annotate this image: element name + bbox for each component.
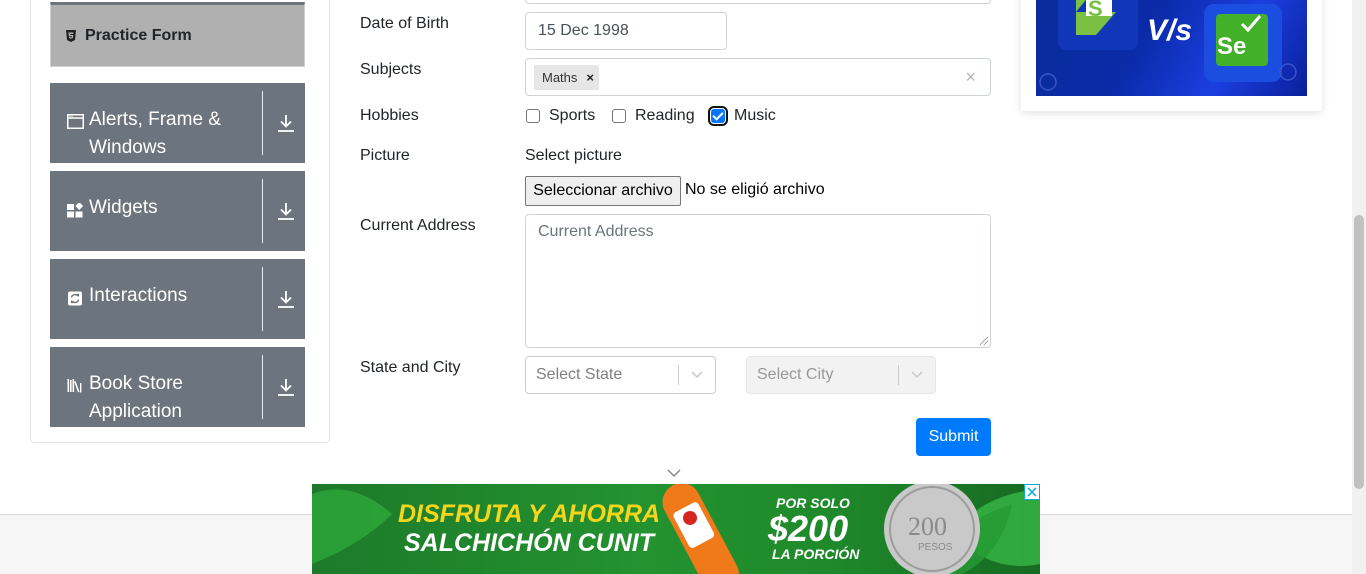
subject-chip-label: Maths bbox=[542, 70, 578, 85]
current-address-label: Current Address bbox=[360, 217, 476, 234]
books-icon bbox=[67, 379, 82, 393]
interactions-icon bbox=[68, 291, 82, 306]
coin-value: 200 bbox=[908, 512, 947, 541]
hobbies-label: Hobbies bbox=[360, 107, 419, 124]
ad-price-suffix: LA PORCIÓN bbox=[772, 546, 860, 562]
ad-headline: DISFRUTA Y AHORRA bbox=[398, 500, 661, 528]
date-of-birth-input[interactable]: 15 Dec 1998 bbox=[525, 12, 727, 50]
ad-subheadline: SALCHICHÓN CUNIT bbox=[404, 529, 654, 557]
scrollbar-thumb[interactable] bbox=[1354, 215, 1364, 489]
divider bbox=[262, 355, 263, 419]
picture-prompt: Select picture bbox=[525, 147, 622, 164]
ad-close-icon[interactable] bbox=[1024, 484, 1040, 500]
right-ad-banner[interactable]: S V/s Se bbox=[1036, 0, 1307, 96]
dob-label: Date of Birth bbox=[360, 15, 449, 32]
chevron-down-icon[interactable] bbox=[910, 367, 924, 381]
state-city-label: State and City bbox=[360, 359, 461, 376]
download-icon[interactable] bbox=[276, 112, 296, 134]
selenium-logo: Se bbox=[1217, 33, 1247, 60]
picture-label: Picture bbox=[360, 147, 410, 164]
chevron-down-icon[interactable] bbox=[666, 467, 682, 479]
state-placeholder: Select State bbox=[536, 366, 623, 383]
window-icon bbox=[67, 114, 84, 129]
sidebar-group-label: Interactions bbox=[89, 285, 188, 306]
subject-chip: Maths × bbox=[534, 65, 599, 90]
sidebar-group-book-store[interactable]: Book Store Application bbox=[50, 347, 305, 427]
sports-checkbox[interactable] bbox=[526, 109, 540, 123]
choose-file-button[interactable]: Seleccionar archivo bbox=[525, 176, 681, 206]
widgets-icon bbox=[67, 203, 84, 218]
vs-text: V/s bbox=[1147, 14, 1193, 47]
hobby-reading[interactable]: Reading bbox=[612, 106, 695, 126]
select-divider bbox=[898, 365, 899, 385]
hobby-music[interactable]: Music bbox=[708, 106, 776, 126]
textarea-placeholder: Current Address bbox=[538, 223, 654, 240]
download-icon[interactable] bbox=[276, 288, 296, 310]
sidebar-group-label: Widgets bbox=[89, 197, 158, 218]
previous-field-edge bbox=[525, 0, 991, 4]
reading-checkbox[interactable] bbox=[612, 109, 626, 123]
city-select[interactable]: Select City bbox=[746, 356, 936, 394]
state-select[interactable]: Select State bbox=[525, 356, 716, 394]
divider bbox=[262, 267, 263, 331]
divider bbox=[262, 91, 263, 155]
sidebar-group-label: Alerts, Frame & Windows bbox=[89, 109, 221, 158]
html5-icon bbox=[66, 29, 76, 42]
coin-unit: PESOS bbox=[918, 542, 953, 553]
clear-subjects-icon[interactable]: × bbox=[965, 67, 976, 88]
submit-button[interactable]: Submit bbox=[916, 418, 991, 456]
sidebar-group-label: Book Store Application bbox=[89, 373, 183, 422]
hobby-label: Reading bbox=[635, 107, 695, 124]
current-address-textarea[interactable]: Current Address bbox=[525, 214, 991, 348]
katalon-logo: S bbox=[1088, 0, 1103, 21]
chevron-down-icon[interactable] bbox=[690, 367, 704, 381]
music-checkbox[interactable] bbox=[708, 106, 728, 126]
resize-grip-icon[interactable] bbox=[980, 337, 988, 345]
download-icon[interactable] bbox=[276, 200, 296, 222]
sidebar-item-practice-form[interactable]: Practice Form bbox=[50, 2, 305, 67]
file-status: No se eligió archivo bbox=[685, 181, 825, 198]
subjects-label: Subjects bbox=[360, 61, 422, 78]
sidebar-group-widgets[interactable]: Widgets bbox=[50, 171, 305, 251]
sidebar-group-alerts-frame-windows[interactable]: Alerts, Frame & Windows bbox=[50, 83, 305, 163]
divider bbox=[262, 179, 263, 243]
ad-price: $200 bbox=[768, 508, 849, 549]
download-icon[interactable] bbox=[276, 376, 296, 398]
hobby-sports[interactable]: Sports bbox=[526, 106, 595, 126]
hobby-label: Music bbox=[734, 107, 776, 124]
remove-subject-icon[interactable]: × bbox=[586, 70, 594, 85]
city-placeholder: Select City bbox=[757, 366, 834, 383]
hobby-label: Sports bbox=[549, 107, 596, 124]
sidebar-group-interactions[interactable]: Interactions bbox=[50, 259, 305, 339]
subjects-input[interactable]: Maths × × bbox=[525, 58, 991, 96]
sidebar-item-label: Practice Form bbox=[85, 26, 192, 44]
bottom-ad-banner[interactable]: DISFRUTA Y AHORRA SALCHICHÓN CUNIT POR S… bbox=[312, 484, 1040, 574]
select-divider bbox=[678, 365, 679, 385]
